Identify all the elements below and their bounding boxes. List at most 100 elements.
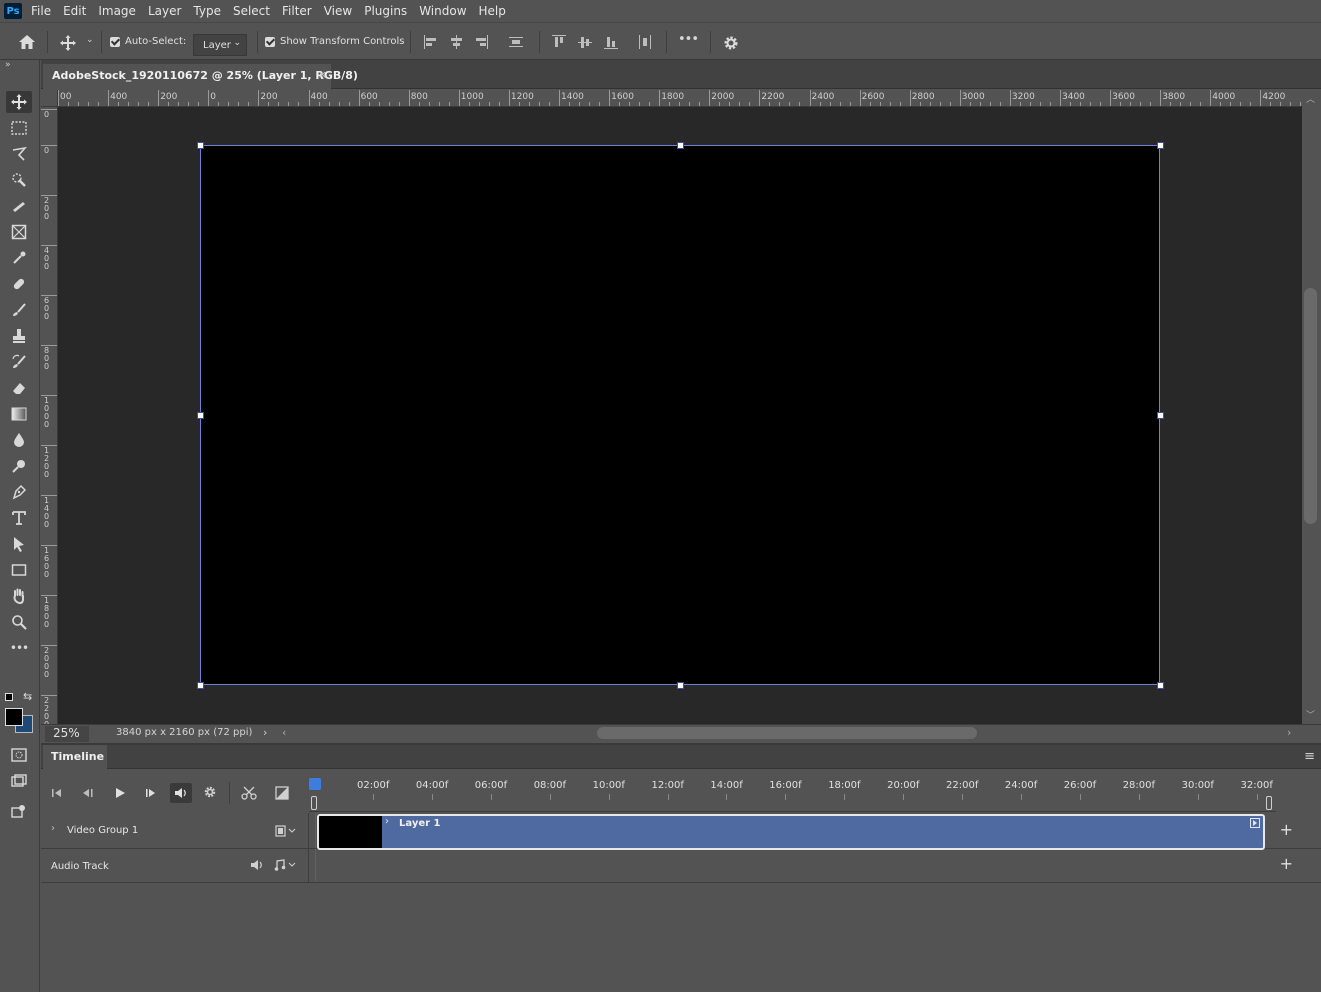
layer-clip[interactable]: › Layer 1 (317, 814, 1265, 850)
vertical-ruler[interactable]: 0 0 200 400 600 800 1000 1200 1400 1600 1800 2000 22… (41, 107, 58, 724)
ruler-origin[interactable] (41, 90, 58, 107)
chevron-right-icon[interactable]: › (263, 726, 267, 739)
distribute-vertical-icon[interactable] (509, 35, 523, 49)
menu-select[interactable]: Select (233, 4, 270, 18)
edit-toolbar-icon[interactable]: ••• (6, 637, 32, 659)
split-at-playhead-button[interactable] (238, 783, 260, 803)
quick-selection-tool[interactable] (6, 169, 32, 191)
chevron-right-icon[interactable]: › (385, 816, 389, 827)
playback-settings-button[interactable] (200, 783, 222, 803)
show-transform-controls-checkbox[interactable] (265, 37, 275, 47)
clone-stamp-tool[interactable] (6, 325, 32, 347)
auto-select-checkbox[interactable] (110, 37, 120, 47)
menu-image[interactable]: Image (98, 4, 136, 18)
gear-icon[interactable] (723, 35, 739, 51)
frame-tool[interactable] (6, 221, 32, 243)
zoom-tool[interactable] (6, 611, 32, 633)
pen-tool[interactable] (6, 481, 32, 503)
type-tool[interactable] (6, 507, 32, 529)
transform-handle-top-right[interactable] (1156, 141, 1164, 149)
work-area-end-handle[interactable] (1266, 796, 1272, 810)
go-to-first-frame-button[interactable] (46, 783, 68, 803)
path-selection-tool[interactable] (6, 533, 32, 555)
align-bottom-edges-icon[interactable] (604, 35, 618, 49)
menu-layer[interactable]: Layer (148, 4, 181, 18)
extras-tool[interactable] (6, 800, 32, 822)
menu-window[interactable]: Window (419, 4, 466, 18)
film-strip-icon[interactable] (275, 825, 297, 837)
transform-handle-top-left[interactable] (196, 141, 204, 149)
play-button[interactable] (109, 783, 131, 803)
move-tool[interactable] (6, 91, 32, 113)
transform-handle-top-center[interactable] (676, 141, 684, 149)
timeline-time-ruler[interactable]: 02:00f 04:00f 06:00f 08:00f 10:00f 12:00f 14:0… (309, 770, 1276, 812)
panel-menu-icon[interactable]: ≡ (1304, 749, 1315, 764)
chevron-left-icon[interactable]: ‹ (282, 726, 286, 739)
align-horizontal-centers-icon[interactable] (449, 35, 463, 49)
align-right-edges-icon[interactable] (474, 35, 488, 49)
gradient-tool[interactable] (6, 403, 32, 425)
marquee-tool[interactable] (6, 117, 32, 139)
menu-type[interactable]: Type (193, 4, 221, 18)
healing-brush-tool[interactable] (6, 273, 32, 295)
align-left-edges-icon[interactable] (424, 35, 438, 49)
speaker-icon[interactable] (250, 859, 264, 871)
mute-audio-button[interactable] (170, 783, 192, 803)
menu-file[interactable]: File (31, 4, 51, 18)
lasso-tool[interactable] (6, 143, 32, 165)
document-canvas[interactable] (196, 141, 1164, 689)
timeline-tab[interactable]: Timeline (43, 745, 107, 769)
panel-collapse-icon[interactable]: » (5, 60, 11, 70)
history-brush-tool[interactable] (6, 351, 32, 373)
align-vertical-centers-icon[interactable] (578, 35, 592, 49)
home-icon[interactable] (18, 34, 36, 50)
menu-plugins[interactable]: Plugins (364, 4, 407, 18)
close-icon[interactable]: × (318, 68, 327, 81)
chevron-up-icon[interactable]: ︿ (1306, 92, 1315, 105)
transform-handle-bottom-center[interactable] (676, 681, 684, 689)
chevron-down-icon[interactable]: ﹀ (1306, 708, 1315, 721)
hand-tool[interactable] (6, 585, 32, 607)
auto-select-target-dropdown[interactable]: Layer ⌄ (193, 34, 247, 56)
default-colors-icon[interactable] (5, 693, 13, 701)
foreground-color-swatch[interactable] (5, 708, 23, 726)
music-note-icon[interactable] (274, 859, 298, 871)
crop-tool[interactable] (6, 195, 32, 217)
add-audio-button[interactable]: + (1280, 854, 1293, 873)
menu-edit[interactable]: Edit (63, 4, 86, 18)
align-top-edges-icon[interactable] (552, 35, 566, 49)
swap-colors-icon[interactable]: ⇆ (23, 690, 32, 703)
horizontal-scrollbar-thumb[interactable] (597, 727, 977, 739)
transform-handle-bottom-right[interactable] (1156, 681, 1164, 689)
previous-frame-button[interactable] (77, 783, 99, 803)
distribute-horizontal-icon[interactable] (638, 35, 652, 49)
zoom-level-field[interactable]: 25% (45, 726, 89, 742)
menu-filter[interactable]: Filter (282, 4, 312, 18)
add-media-button[interactable]: + (1280, 820, 1293, 839)
move-tool-icon[interactable] (60, 35, 76, 51)
canvas-area[interactable] (58, 107, 1302, 724)
chevron-down-icon[interactable]: ⌄ (86, 36, 94, 45)
dodge-tool[interactable] (6, 455, 32, 477)
blur-tool[interactable] (6, 429, 32, 451)
quick-mask-tool[interactable] (6, 744, 32, 766)
menu-view[interactable]: View (324, 4, 352, 18)
chevron-right-icon[interactable]: › (1287, 726, 1291, 739)
next-frame-button[interactable] (140, 783, 162, 803)
eraser-tool[interactable] (6, 377, 32, 399)
menu-help[interactable]: Help (479, 4, 506, 18)
transition-button[interactable] (271, 783, 293, 803)
eyedropper-tool[interactable] (6, 247, 32, 269)
more-options-icon[interactable]: ••• (678, 33, 699, 46)
brush-tool[interactable] (6, 299, 32, 321)
transform-handle-middle-right[interactable] (1156, 411, 1164, 419)
clip-menu-icon[interactable] (1250, 818, 1260, 828)
transform-handle-bottom-left[interactable] (196, 681, 204, 689)
horizontal-ruler[interactable]: 00 400 200 0 200 400 600 800 1000 1200 1400 1600 180… (58, 90, 1302, 107)
vertical-scrollbar[interactable]: ︿ ﹀ (1302, 90, 1321, 724)
transform-handle-middle-left[interactable] (196, 411, 204, 419)
screen-mode-tool[interactable] (6, 770, 32, 792)
playhead-handle[interactable] (309, 778, 321, 790)
vertical-scrollbar-thumb[interactable] (1304, 288, 1317, 524)
chevron-right-icon[interactable]: › (51, 823, 55, 834)
